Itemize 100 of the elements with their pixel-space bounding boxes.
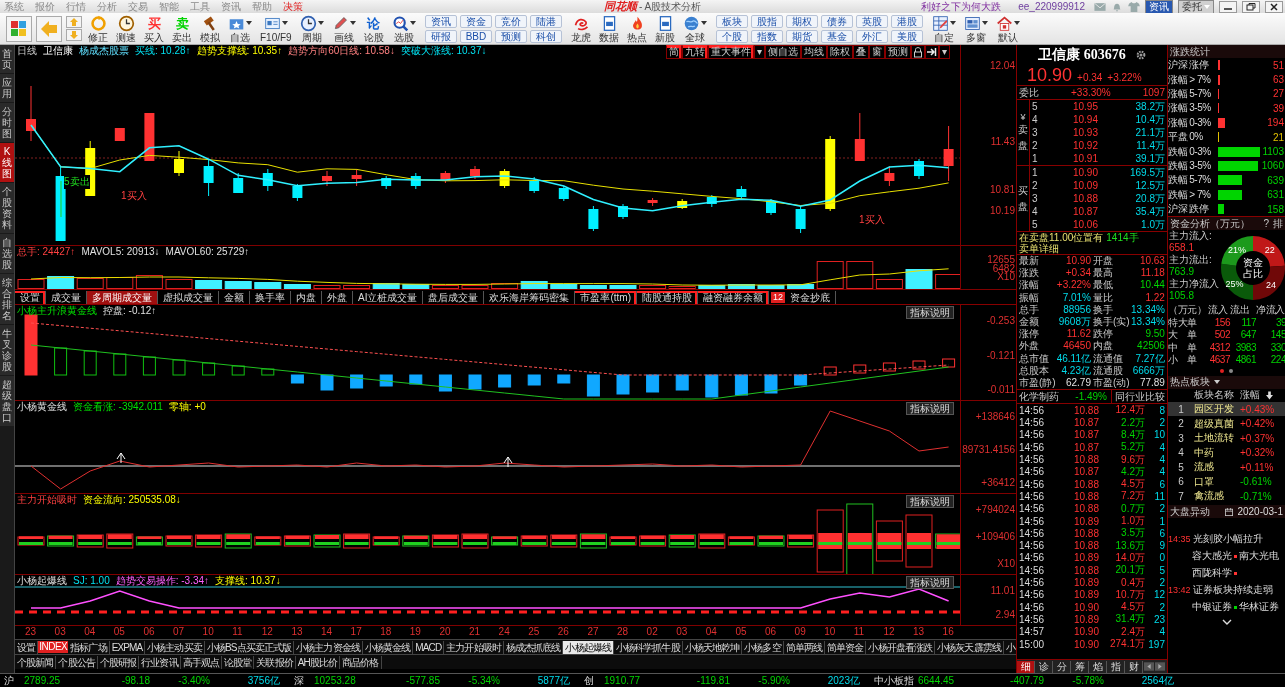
lock-icon[interactable]	[911, 45, 926, 59]
side-tab[interactable]: 分时图	[0, 103, 14, 142]
market-button[interactable]: 个股	[716, 29, 749, 43]
restore-icon[interactable]	[1242, 0, 1260, 13]
left-arrow-icon[interactable]	[1144, 662, 1154, 671]
side-tab[interactable]: 应用	[0, 74, 14, 102]
indicator-tab[interactable]: 外盘	[322, 290, 353, 304]
formula-tab[interactable]: 小杨天地乾坤	[682, 640, 743, 654]
chart-tool-button[interactable]: 叠	[853, 45, 870, 59]
formula-tab[interactable]: EXPMA	[109, 640, 146, 654]
market-button[interactable]: 板块	[716, 14, 749, 28]
toolbar-button[interactable]: 模拟	[198, 14, 222, 43]
formula-tab[interactable]: 小杨多空	[742, 640, 784, 654]
event-title[interactable]: 光刻胶小幅拉升	[1192, 532, 1263, 547]
toolbar-button[interactable]: 新股	[653, 14, 678, 43]
toolbar-button[interactable]: 龙虎	[569, 14, 594, 43]
quick-button[interactable]: 资讯	[424, 14, 457, 28]
toolbar-button[interactable]: 修正	[86, 14, 110, 43]
indicator-help-button[interactable]: 指标说明	[906, 576, 955, 589]
market-button[interactable]: 美股	[891, 29, 924, 43]
indicator-tab[interactable]: 资金抄底	[785, 290, 836, 304]
market-button[interactable]: 基金	[821, 29, 854, 43]
market-button[interactable]: 期权	[786, 14, 819, 28]
rank-link[interactable]: 排	[1273, 216, 1283, 231]
market-button[interactable]: 股指	[751, 14, 784, 28]
right-arrow-icon[interactable]	[1155, 662, 1165, 671]
quick-button[interactable]: BBD	[459, 29, 493, 43]
sector-row[interactable]: 6 口罩 -0.61%	[1168, 474, 1285, 489]
indicator-tab[interactable]: 虚拟成交量	[158, 290, 219, 304]
formula-tab[interactable]: 简单两线	[783, 640, 826, 654]
info-tab[interactable]: 商品价格	[340, 655, 382, 669]
info-tab[interactable]: 高手观点	[180, 655, 223, 669]
page-dot[interactable]	[1220, 369, 1224, 374]
formula-tab[interactable]: 简单资金	[825, 640, 867, 654]
order-detail-link[interactable]: 卖单详细	[1019, 243, 1059, 254]
quick-button[interactable]: 研报	[424, 29, 457, 43]
side-tab[interactable]: 自选股	[0, 234, 14, 273]
stock-link[interactable]: 西陇科学	[1192, 566, 1232, 581]
chart-tool-button[interactable]: 侧自选	[765, 45, 802, 59]
toolbar-button[interactable]: 默认	[994, 14, 1023, 43]
stock-link[interactable]: 容大感光	[1192, 549, 1232, 564]
side-tab[interactable]: 首页	[0, 45, 14, 73]
info-tab[interactable]: 个股公告	[56, 655, 98, 669]
header-button[interactable]: 资讯	[1145, 0, 1173, 14]
tiles-icon[interactable]	[6, 15, 32, 42]
stock-link[interactable]: 南大光电	[1239, 549, 1279, 564]
sector-row[interactable]: 1 园区开发 +0.43%	[1168, 401, 1285, 417]
indicator-help-button[interactable]: 指标说明	[906, 402, 955, 415]
close-icon[interactable]	[1265, 0, 1283, 13]
indicator-tab[interactable]: 换手率	[250, 290, 291, 304]
info-tab[interactable]: AH股比价	[295, 655, 341, 669]
toolbar-button[interactable]: 画线	[329, 14, 358, 43]
chart-tool-button[interactable]: 重大事件	[708, 45, 754, 59]
indicator-tab[interactable]: 陆股通持股	[637, 290, 698, 304]
indicator-tab[interactable]: 市盈率(ttm)	[575, 290, 637, 304]
chevron-down-icon[interactable]	[1221, 619, 1232, 626]
page-dot[interactable]	[1229, 369, 1233, 374]
quick-button[interactable]: 预测	[495, 29, 528, 43]
sector-row[interactable]: 4 中药 +0.32%	[1168, 445, 1285, 460]
indicator-tab[interactable]: 多周期成交量	[87, 290, 158, 304]
formula-tab[interactable]: 小杨起爆线	[563, 640, 614, 654]
toolbar-button[interactable]: F10/F9	[258, 14, 294, 43]
formula-tab[interactable]: 小杨BS点买卖正式版	[204, 640, 295, 654]
formula-tab[interactable]: 小杨主力资金线	[294, 640, 363, 654]
settings-icon[interactable]	[1135, 50, 1146, 60]
market-button[interactable]: 债券	[821, 14, 854, 28]
chart-tool-button[interactable]: ▾	[939, 45, 951, 59]
indicator-tab[interactable]: 盘后成交量	[423, 290, 485, 304]
caret-icon[interactable]	[1214, 380, 1220, 385]
market-button[interactable]: 期货	[786, 29, 819, 43]
formula-tab[interactable]: 小杨科学抓牛股	[613, 640, 683, 654]
formula-tab[interactable]: 指标广场	[68, 640, 110, 654]
toolbar-button[interactable]: 全球	[681, 14, 710, 43]
sector-row[interactable]: 5 流感 +0.11%	[1168, 459, 1285, 475]
side-tab[interactable]: 综合排名	[0, 274, 14, 324]
indicator-help-button[interactable]: 指标说明	[906, 495, 955, 508]
chart-tool-button[interactable]: ▾	[754, 45, 766, 59]
news-link[interactable]: 利好之下为何大跌	[921, 0, 1002, 14]
market-button[interactable]: 指数	[751, 29, 784, 43]
info-tab[interactable]: 个股研报	[97, 655, 140, 669]
quick-button[interactable]: 科创	[530, 29, 563, 43]
sector-row[interactable]: 7 禽流感 -0.71%	[1168, 488, 1285, 504]
panel-tab[interactable]: 诊	[1035, 660, 1053, 673]
toolbar-button[interactable]: 数据	[597, 14, 622, 43]
toolbar-button[interactable]: 自定	[930, 14, 959, 43]
toolbar-button[interactable]: 卖 卖出	[170, 14, 194, 43]
quick-button[interactable]: 竞价	[495, 14, 528, 28]
indicator-tab[interactable]: 融资融券余额	[698, 290, 769, 304]
toolbar-button[interactable]: 自选	[226, 14, 254, 43]
stock-link[interactable]: 华林证券	[1239, 600, 1279, 615]
indicator-tab[interactable]: 设置	[15, 290, 46, 304]
quick-button[interactable]: 陆港	[530, 14, 563, 28]
toolbar-button[interactable]: 测速	[114, 14, 138, 43]
toolbar-button[interactable]: 选股	[389, 14, 418, 43]
info-tab[interactable]: 关联报价	[254, 655, 296, 669]
side-tab[interactable]: 牛叉诊股	[0, 325, 14, 375]
panel-tab[interactable]: 筹	[1071, 660, 1089, 673]
market-button[interactable]: 港股	[891, 14, 924, 28]
indicator-tab[interactable]: 内盘	[291, 290, 322, 304]
panel-tab[interactable]: 分	[1053, 660, 1071, 673]
